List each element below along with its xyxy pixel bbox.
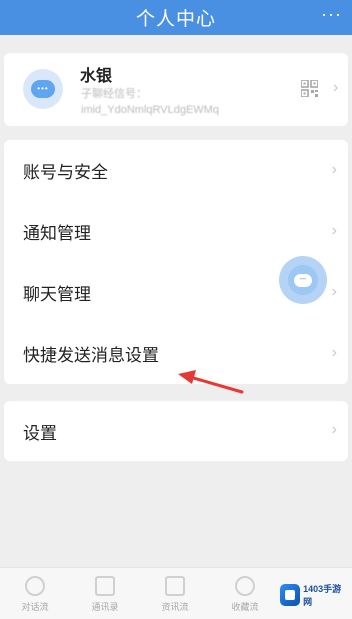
floating-chat-button[interactable]: ••• xyxy=(279,256,327,304)
profile-id-value: imid_YdoNmlqRVLdgEWMq xyxy=(81,104,219,116)
chat-tab-icon xyxy=(25,576,45,596)
profile-name: 水银 xyxy=(80,68,113,85)
profile-card[interactable]: ••• 水银 子聊经信号： imid_YdoNmlqRVLdgEWMq › xyxy=(4,53,348,126)
chevron-right-icon: › xyxy=(331,344,337,361)
profile-id-label: 子聊经信号： xyxy=(81,88,147,100)
tab-label: 对话流 xyxy=(21,602,49,612)
tab-label: 收藏流 xyxy=(231,602,259,612)
tab-label: 资讯流 xyxy=(161,602,189,612)
watermark-text: 1403手游网 xyxy=(303,584,342,607)
chevron-right-icon: › xyxy=(331,421,337,438)
avatar: ••• xyxy=(23,69,63,109)
more-menu-icon[interactable]: ··· xyxy=(321,4,342,25)
menu-item-label: 账号与安全 xyxy=(23,163,108,182)
chevron-right-icon: › xyxy=(331,222,337,239)
personal-center-screen: 个人中心 ··· ••• 水银 子聊经信号： imid_YdoNmlqRVLdg… xyxy=(0,0,352,619)
chat-bubble-icon: ••• xyxy=(294,273,312,287)
news-tab-icon xyxy=(165,576,185,596)
chevron-right-icon: › xyxy=(331,283,337,300)
profile-id: 子聊经信号： imid_YdoNmlqRVLdgEWMq xyxy=(81,86,281,118)
menu-item-label: 聊天管理 xyxy=(23,285,91,304)
menu-item-label: 快捷发送消息设置 xyxy=(23,346,159,365)
watermark-logo-icon xyxy=(280,584,301,606)
page-title: 个人中心 xyxy=(135,9,216,30)
tab-chat[interactable]: 对话流 xyxy=(0,568,70,619)
site-watermark: 1403手游网 xyxy=(280,578,346,612)
contacts-tab-icon xyxy=(95,576,115,596)
tab-contacts[interactable]: 通讯录 xyxy=(70,568,140,619)
menu-item-label: 设置 xyxy=(23,423,57,443)
menu-item-label: 通知管理 xyxy=(23,224,91,243)
chevron-right-icon: › xyxy=(333,79,339,96)
top-bar: 个人中心 ··· xyxy=(0,0,352,35)
tab-news[interactable]: 资讯流 xyxy=(140,568,210,619)
menu-item-settings[interactable]: 设置 › xyxy=(4,401,348,461)
favorites-tab-icon xyxy=(235,576,255,596)
menu-item-account-security[interactable]: 账号与安全 › xyxy=(4,140,348,201)
chat-bubble-icon: ••• xyxy=(31,80,55,98)
qr-code-icon[interactable] xyxy=(301,80,318,97)
tab-favorites[interactable]: 收藏流 xyxy=(210,568,280,619)
red-arrow-icon xyxy=(178,370,244,394)
tab-label: 通讯录 xyxy=(91,602,119,612)
chevron-right-icon: › xyxy=(331,161,337,178)
menu-item-notification-management[interactable]: 通知管理 › xyxy=(4,201,348,262)
